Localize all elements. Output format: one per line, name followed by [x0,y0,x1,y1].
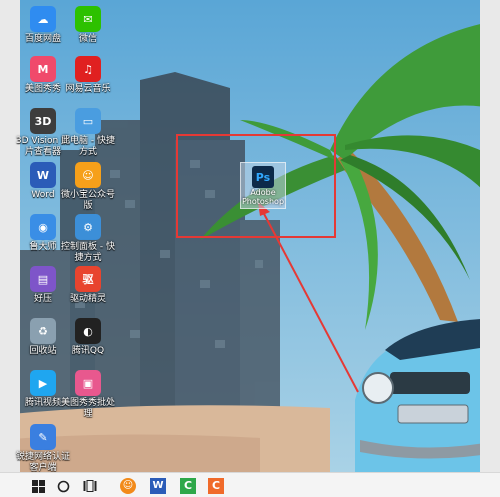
computer-icon: ▭ [75,108,101,134]
ludashi-icon: ◉ [30,214,56,240]
netease-music-icon: ♫ [75,56,101,82]
meitu-batch-icon: ▣ [75,370,101,396]
word-icon: W [30,162,56,188]
taskbar-app-qq-pet[interactable]: ☺ [118,476,138,496]
driver-genius-icon: 驱 [75,266,101,292]
wechat-icon: ✉ [75,6,101,32]
desktop-icon-netease-music[interactable]: ♫ 网易云音乐 [60,56,116,95]
right-screen-border [480,0,500,472]
search-button[interactable] [53,476,73,496]
search-circle-icon [57,480,69,492]
desktop-icon-weixiaobao[interactable]: ☺ 微小宝公众号版 [60,162,116,212]
desktop-icon-meitu-batch[interactable]: ▣ 美图秀秀批处理 [60,370,116,420]
ruijie-client-icon: ✎ [30,424,56,450]
taskbar-app-camtasia-editor[interactable]: C [206,476,226,496]
baidu-netdisk-icon: ☁ [30,6,56,32]
desktop-icon-wechat[interactable]: ✉ 微信 [60,6,116,45]
camtasia-recorder-icon: C [180,478,196,494]
desktop-icon-qq[interactable]: ◐ 腾讯QQ [60,318,116,357]
desktop-icon-driver-genius[interactable]: 驱 驱动精灵 [60,266,116,305]
recycle-bin-icon: ♻ [30,318,56,344]
control-panel-icon: ⚙ [75,214,101,240]
start-button[interactable] [28,476,48,496]
desktop-icon-ruijie-client[interactable]: ✎ 锐捷网络认证客户端 [15,424,71,474]
weixiaobao-icon: ☺ [75,162,101,188]
task-view-button[interactable] [80,476,100,496]
windows-logo-icon [31,479,45,493]
camtasia-editor-icon: C [208,478,224,494]
qq-icon: ◐ [75,318,101,344]
taskbar-app-camtasia-recorder[interactable]: C [178,476,198,496]
taskbar-app-word[interactable]: W [148,476,168,496]
qq-pet-icon: ☺ [120,478,136,494]
desktop-screen: ☁ 百度网盘 ✉ 微信 M 美图秀秀 ♫ 网易云音乐 3D 3D Vision … [0,0,500,497]
tencent-video-icon: ▶ [30,370,56,396]
word-taskbar-icon: W [150,478,166,494]
meitu-icon: M [30,56,56,82]
haozip-icon: ▤ [30,266,56,292]
desktop-icon-control-panel[interactable]: ⚙ 控制面板 - 快捷方式 [60,214,116,264]
3d-vision-icon: 3D [30,108,56,134]
task-view-icon [83,480,97,492]
taskbar: ☺ W C C [0,472,500,497]
annotation-highlight-box [176,134,336,238]
desktop-icon-this-pc[interactable]: ▭ 此电脑 - 快捷方式 [60,108,116,158]
